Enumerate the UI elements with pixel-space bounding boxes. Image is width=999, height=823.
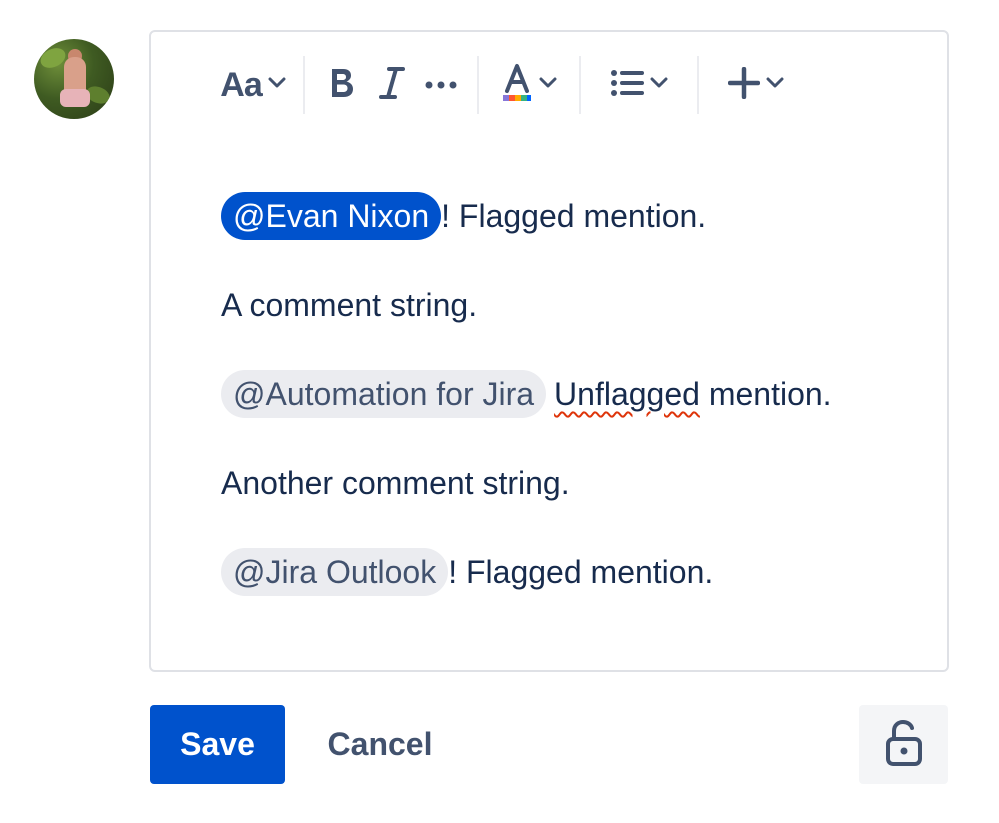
- italic-button[interactable]: [367, 55, 417, 115]
- chevron-down-icon: [766, 76, 784, 94]
- editor-toolbar: Aa: [215, 50, 801, 120]
- paragraph-text: Another comment string.: [221, 465, 570, 501]
- chevron-down-icon: [650, 76, 668, 94]
- comment-content[interactable]: @Evan Nixon ! Flagged mention. A comment…: [221, 192, 832, 641]
- text-color-icon: [501, 63, 533, 108]
- unlock-icon: [884, 719, 924, 770]
- paragraph-text: A comment string.: [221, 287, 478, 323]
- list-dropdown[interactable]: [593, 55, 685, 115]
- misspelled-word[interactable]: Unflagged: [554, 374, 700, 414]
- paragraph-text: mention.: [699, 376, 832, 412]
- text-color-dropdown[interactable]: [491, 55, 567, 115]
- paragraph: A comment string.: [221, 285, 832, 325]
- paragraph: @Automation for Jira Unflagged mention.: [221, 370, 832, 418]
- bold-icon: [328, 66, 356, 105]
- toolbar-separator: [477, 56, 479, 114]
- plus-icon: [727, 66, 761, 104]
- paragraph: @Jira Outlook ! Flagged mention.: [221, 548, 832, 596]
- cancel-button[interactable]: Cancel: [300, 705, 460, 784]
- italic-icon: [379, 66, 405, 105]
- restrictions-button[interactable]: [859, 705, 948, 784]
- bullet-list-icon: [610, 69, 644, 102]
- mention-chip[interactable]: @Jira Outlook: [221, 548, 449, 596]
- chevron-down-icon: [268, 76, 286, 94]
- save-button[interactable]: Save: [150, 705, 285, 784]
- mention-chip[interactable]: @Automation for Jira: [221, 370, 547, 418]
- text-style-label: Aa: [220, 65, 262, 104]
- toolbar-separator: [697, 56, 699, 114]
- paragraph-text: ! Flagged mention.: [448, 554, 714, 590]
- toolbar-separator: [303, 56, 305, 114]
- toolbar-separator: [579, 56, 581, 114]
- paragraph: Another comment string.: [221, 463, 832, 503]
- more-formatting-button[interactable]: [417, 55, 465, 115]
- more-icon: [425, 76, 457, 94]
- chevron-down-icon: [539, 76, 557, 94]
- paragraph: @Evan Nixon ! Flagged mention.: [221, 192, 832, 240]
- avatar-person-shorts: [60, 89, 90, 107]
- avatar[interactable]: [34, 39, 114, 119]
- text-style-dropdown[interactable]: Aa: [215, 55, 291, 115]
- paragraph-text: ! Flagged mention.: [441, 198, 707, 234]
- bold-button[interactable]: [317, 55, 367, 115]
- mention-chip[interactable]: @Evan Nixon: [221, 192, 442, 240]
- insert-dropdown[interactable]: [711, 55, 801, 115]
- comment-editor[interactable]: Aa @Evan Nixon ! Flagged mention. A comm…: [149, 30, 949, 672]
